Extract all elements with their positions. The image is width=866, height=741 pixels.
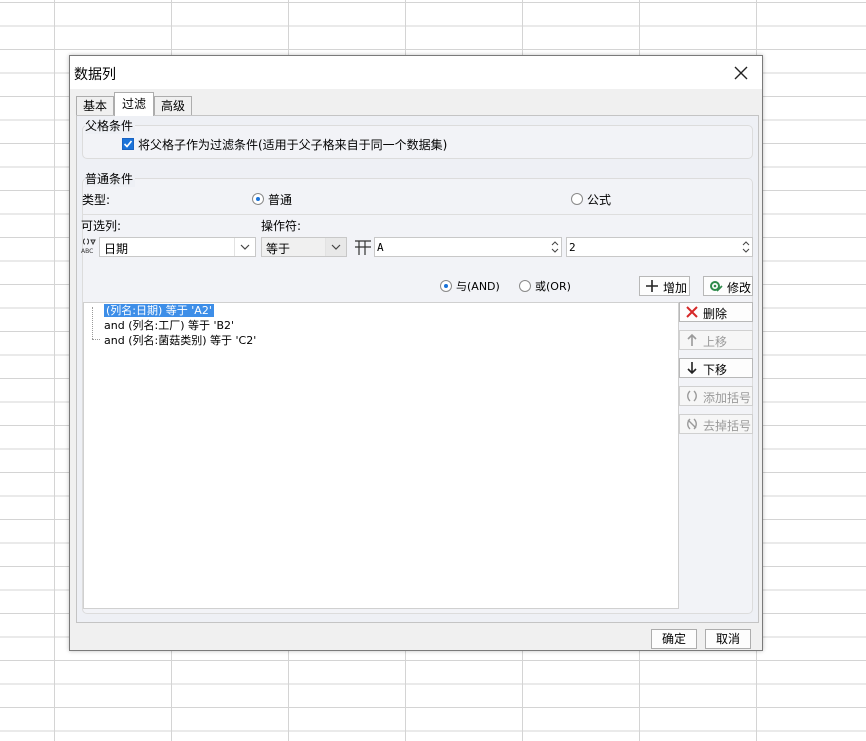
tab-basic[interactable]: 基本 <box>76 96 114 115</box>
available-columns-label: 可选列: <box>81 219 122 233</box>
conditions-list[interactable]: (列名:日期) 等于 'A2' and (列名:工厂) 等于 'B2' and … <box>83 302 679 609</box>
list-item[interactable]: (列名:日期) 等于 'A2' <box>104 304 214 318</box>
arrow-up-icon <box>687 333 697 346</box>
svg-text:ABC: ABC <box>81 248 93 255</box>
operator-label: 操作符: <box>261 219 302 233</box>
bracket-icon <box>687 390 697 402</box>
logic-or-label: 或(OR) <box>535 280 571 293</box>
list-item[interactable]: and (列名:工厂) 等于 'B2' <box>104 319 234 333</box>
ok-button[interactable]: 确定 <box>651 629 697 649</box>
checkmark-icon <box>123 140 133 148</box>
parent-filter-checkbox[interactable] <box>122 138 134 150</box>
chevron-down-icon <box>325 238 346 256</box>
remove-bracket-button[interactable]: 去掉括号 <box>679 414 753 434</box>
cancel-button[interactable]: 取消 <box>705 629 751 649</box>
tree-connector <box>92 307 93 339</box>
parent-condition-legend: 父格条件 <box>85 117 136 134</box>
column-select[interactable]: 日期 <box>99 237 256 257</box>
dialog-title: 数据列 <box>74 67 116 83</box>
filter-tab-page: 父格条件 将父格子作为过滤条件(适用于父子格来自于同一个数据集) 普通条件 类型… <box>76 115 759 623</box>
type-normal-label: 普通 <box>268 193 293 207</box>
delete-x-icon <box>686 306 698 318</box>
delete-button[interactable]: 删除 <box>679 302 753 322</box>
spinner-icon[interactable] <box>740 238 752 256</box>
data-column-dialog: 数据列 基本 过滤 高级 父格条件 将父格子作为过滤条件(适用于父子格来自于同一… <box>69 55 763 651</box>
add-button[interactable]: 增加 <box>639 276 690 296</box>
spinner-icon[interactable] <box>549 238 561 256</box>
arrow-down-icon <box>687 362 697 375</box>
normal-condition-legend: 普通条件 <box>85 170 136 187</box>
type-formula-radio[interactable] <box>571 193 583 205</box>
type-normal-radio[interactable] <box>252 193 264 205</box>
move-up-button[interactable]: 上移 <box>679 330 753 350</box>
type-formula-label: 公式 <box>587 193 612 207</box>
remove-bracket-icon <box>687 418 697 430</box>
add-bracket-button[interactable]: 添加括号 <box>679 386 753 406</box>
tab-filter[interactable]: 过滤 <box>114 92 154 116</box>
modify-button[interactable]: 修改 <box>703 276 753 296</box>
type-label: 类型: <box>82 193 111 207</box>
operator-select[interactable]: 等于 <box>261 237 347 257</box>
divider <box>82 214 753 215</box>
chevron-down-icon <box>234 238 255 256</box>
title-bar: 数据列 <box>70 56 762 89</box>
tree-connector <box>92 339 100 340</box>
close-icon[interactable] <box>728 60 754 86</box>
grid-field-icon[interactable] <box>354 238 372 256</box>
list-item[interactable]: and (列名:菌菇类别) 等于 'C2' <box>104 334 256 348</box>
edit-gear-icon <box>710 281 723 292</box>
plus-icon <box>646 280 658 292</box>
value-b-input[interactable]: 2 <box>566 237 753 257</box>
logic-and-label: 与(AND) <box>456 280 500 293</box>
tab-advanced[interactable]: 高级 <box>154 96 192 115</box>
logic-and-radio[interactable] <box>440 280 452 292</box>
move-down-button[interactable]: 下移 <box>679 358 753 378</box>
column-type-icon: ABC <box>81 238 96 255</box>
logic-or-radio[interactable] <box>519 280 531 292</box>
value-a-input[interactable]: A <box>374 237 562 257</box>
parent-filter-label: 将父格子作为过滤条件(适用于父子格来自于同一个数据集) <box>138 138 448 152</box>
